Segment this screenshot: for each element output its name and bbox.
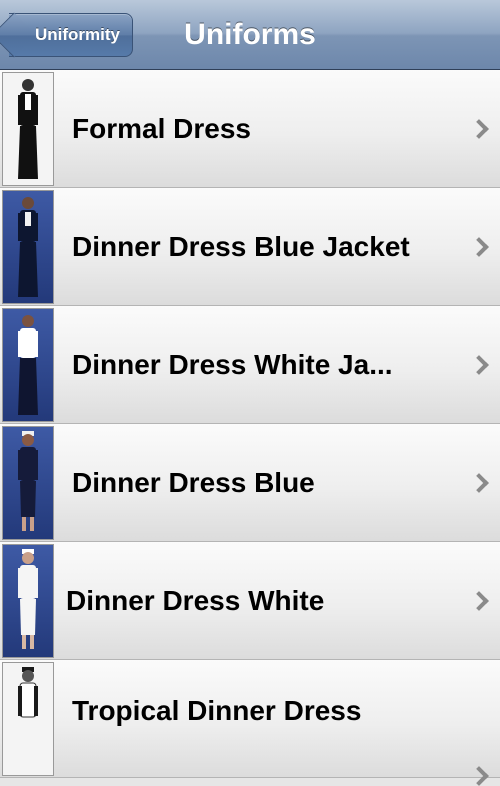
list-item-label: Tropical Dinner Dress xyxy=(72,695,362,726)
uniform-thumbnail xyxy=(2,307,54,422)
uniform-thumbnail xyxy=(2,425,54,540)
uniform-figure-icon xyxy=(18,196,38,297)
chevron-right-icon xyxy=(469,766,489,786)
list-item[interactable]: Formal Dress xyxy=(0,70,500,188)
list-item-label: Dinner Dress White xyxy=(66,584,325,616)
navigation-bar: Uniforms Uniformity xyxy=(0,0,500,70)
uniform-thumbnail xyxy=(2,71,54,186)
list-item-label: Dinner Dress Blue Jacket xyxy=(72,230,410,262)
uniform-figure-icon xyxy=(18,314,38,415)
list-item-label: Dinner Dress White Ja... xyxy=(72,348,393,380)
list-item[interactable]: Dinner Dress Blue Jacket xyxy=(0,188,500,306)
back-button[interactable]: Uniformity xyxy=(9,13,133,57)
uniform-figure-icon xyxy=(18,430,38,531)
list-item-label: Formal Dress xyxy=(72,112,251,144)
uniform-figure-icon xyxy=(18,78,38,179)
list-item[interactable]: Dinner Dress White xyxy=(0,542,500,660)
uniform-figure-icon xyxy=(18,548,38,649)
uniform-thumbnail xyxy=(2,543,54,658)
uniform-thumbnail xyxy=(2,189,54,304)
list-item[interactable]: Dinner Dress White Ja... xyxy=(0,306,500,424)
uniform-list: Formal Dress Dinner Dress Blue Jacket Di… xyxy=(0,70,500,786)
list-item[interactable]: Tropical Dinner Dress xyxy=(0,660,500,786)
list-item-label: Dinner Dress Blue xyxy=(72,466,315,498)
uniform-thumbnail xyxy=(2,662,54,776)
list-item[interactable]: Dinner Dress Blue xyxy=(0,424,500,542)
uniform-figure-icon xyxy=(18,667,38,718)
back-button-label: Uniformity xyxy=(35,25,120,44)
